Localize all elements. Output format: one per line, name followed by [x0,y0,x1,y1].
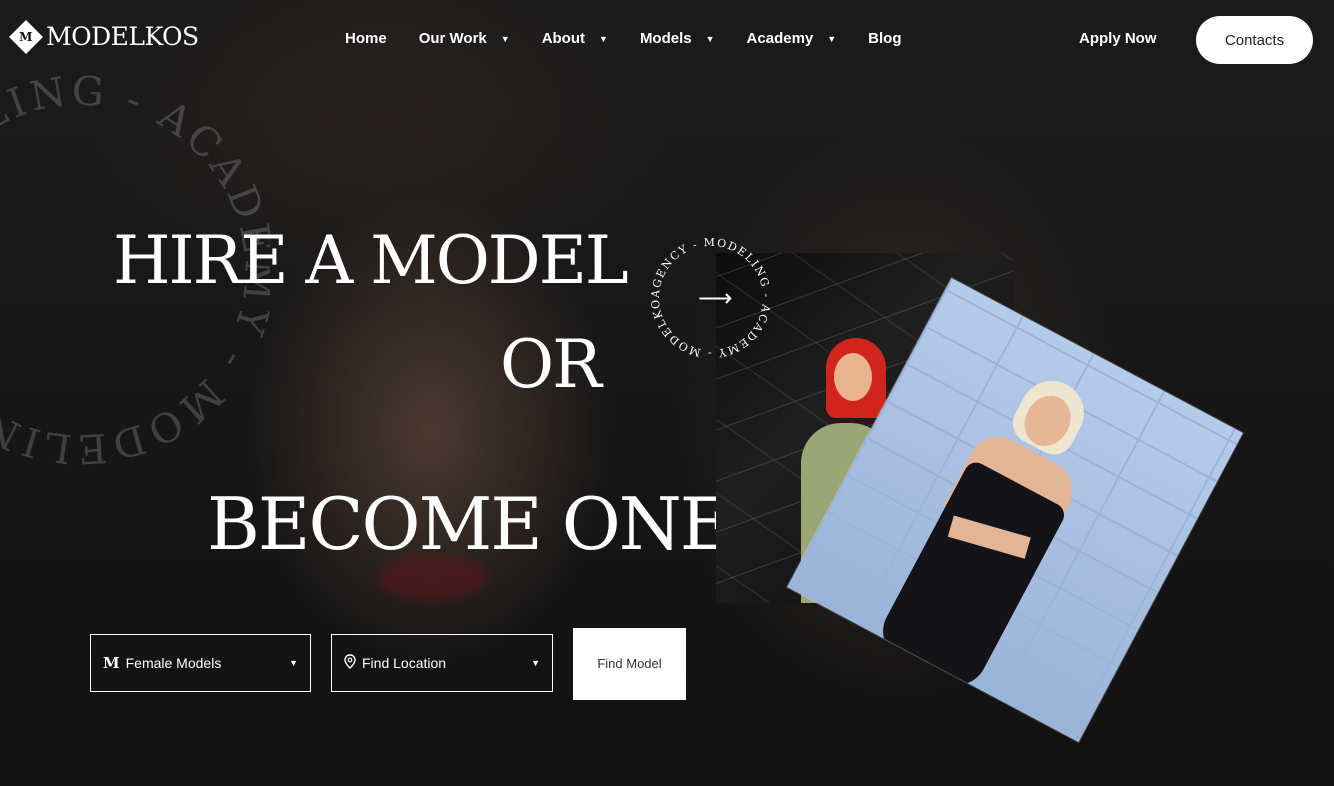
arrow-right-icon[interactable]: ⟶ [698,284,732,312]
hero-headline-line-2: OR [500,326,602,403]
find-model-button[interactable]: Find Model [573,628,686,700]
nav-item-models[interactable]: Models ▼ [640,30,715,47]
caret-down-icon: ▼ [705,33,715,44]
nav-item-blog[interactable]: Blog [868,30,901,47]
modelkos-m-icon: M [103,654,120,672]
caret-down-icon: ▼ [827,33,837,44]
apply-now-link[interactable]: Apply Now [1079,30,1157,47]
location-select[interactable]: Find Location ▼ [331,634,553,692]
main-nav: Home Our Work ▼ About ▼ Models ▼ Academy ▼ B… [345,30,934,47]
caret-down-icon: ▼ [289,658,298,668]
model-category-select[interactable]: M Female Models ▼ [90,634,311,692]
brand-logo[interactable]: M MODELKOS [9,19,199,54]
logo-diamond-icon: M [9,19,43,54]
caret-down-icon: ▼ [500,33,510,44]
nav-item-our-work[interactable]: Our Work ▼ [419,30,510,47]
hero-headline-line-3: BECOME ONE [207,482,732,566]
brand-name: MODELKOS [46,22,199,51]
caret-down-icon: ▼ [599,33,608,44]
nav-item-about[interactable]: About ▼ [542,30,608,47]
caret-down-icon: ▼ [531,658,540,668]
nav-item-academy[interactable]: Academy ▼ [747,30,837,47]
category-value: Female Models [125,655,222,671]
hero-headline-line-1: HIRE A MODEL [113,222,629,299]
location-value: Find Location [362,655,447,671]
nav-item-home[interactable]: Home [345,30,387,47]
map-pin-icon [344,653,356,673]
contacts-button[interactable]: Contacts [1196,16,1313,64]
